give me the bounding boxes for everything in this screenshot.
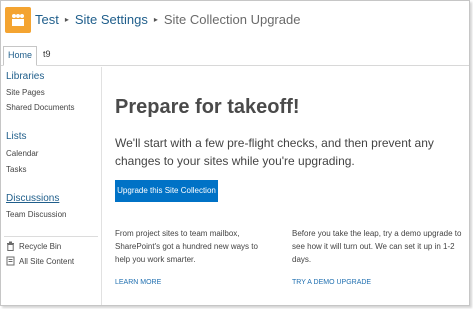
sharepoint-site-icon[interactable] [5,7,31,33]
breadcrumb-separator: ▸ [64,15,69,24]
quick-launch: Libraries Site Pages Shared Documents Li… [1,67,102,305]
tab-home[interactable]: Home [3,46,38,66]
nav-item-recycle-bin[interactable]: Recycle Bin [6,241,61,251]
nav-item-site-pages[interactable]: Site Pages [6,88,45,97]
learn-more-link[interactable]: LEARN MORE [115,279,161,286]
nav-item-calendar[interactable]: Calendar [6,149,38,158]
info-text-demo-upgrade: Before you take the leap, try a demo upg… [292,229,462,264]
nav-heading-lists[interactable]: Lists [6,131,27,142]
nav-item-team-discussion[interactable]: Team Discussion [6,210,66,219]
tab-t9[interactable]: t9 [39,46,55,65]
nav-label-recycle-bin: Recycle Bin [19,241,62,251]
breadcrumb-test[interactable]: Test [35,12,59,27]
nav-heading-libraries[interactable]: Libraries [6,71,44,82]
nav-item-shared-documents[interactable]: Shared Documents [6,103,74,112]
upgrade-site-collection-button[interactable]: Upgrade this Site Collection [115,180,218,202]
sharepoint-window: Test ▸ Site Settings ▸ Site Collection U… [0,0,470,306]
page-title: Prepare for takeoff! [115,96,300,118]
nav-item-all-site-content[interactable]: All Site Content [6,256,74,266]
site-contents-icon [6,256,15,266]
nav-item-tasks[interactable]: Tasks [6,165,26,174]
page-description: We'll start with a few pre-flight checks… [115,136,434,168]
main-content: Prepare for takeoff! We'll start with a … [115,1,465,305]
info-text-new-features: From project sites to team mailbox, Shar… [115,229,258,264]
recycle-bin-icon [7,241,14,251]
nav-label-all-site-content: All Site Content [19,256,75,266]
nav-heading-discussions[interactable]: Discussions [6,193,59,204]
nav-divider [4,236,98,237]
try-demo-upgrade-link[interactable]: TRY A DEMO UPGRADE [292,279,371,286]
